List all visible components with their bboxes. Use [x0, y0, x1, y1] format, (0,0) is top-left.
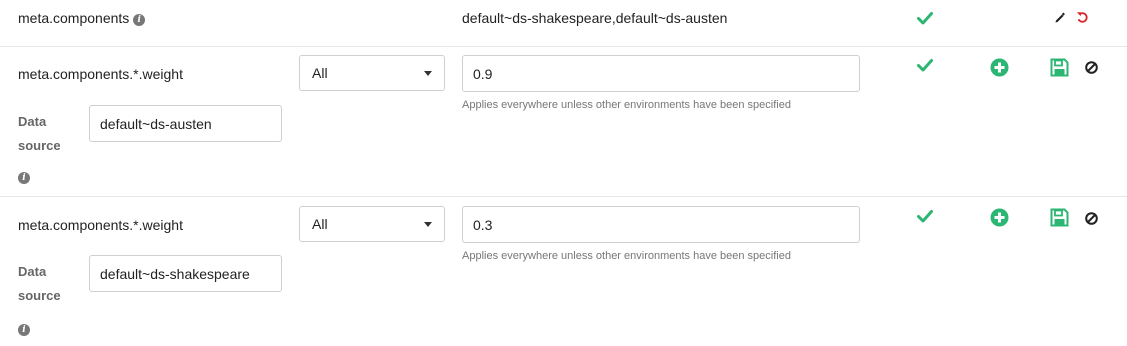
- add-icon[interactable]: [990, 58, 1009, 77]
- datasource-label-line2: source: [18, 138, 61, 153]
- environment-select-value: All: [312, 216, 328, 232]
- check-icon: [917, 58, 933, 72]
- datasource-label: Data source: [18, 110, 78, 158]
- undo-icon[interactable]: [1076, 11, 1089, 24]
- pencil-icon[interactable]: [1054, 12, 1066, 24]
- info-icon[interactable]: i: [18, 320, 30, 336]
- help-text: Applies everywhere unless other environm…: [462, 99, 791, 111]
- key-label: meta.components.*.weight: [18, 217, 183, 233]
- config-row-weight-shakespeare: meta.components.*.weight All 0.3 Applies…: [0, 197, 1127, 346]
- config-row-weight-austen: meta.components.*.weight All 0.9 Applies…: [0, 46, 1127, 197]
- chevron-down-icon: [424, 221, 432, 227]
- add-icon[interactable]: [990, 208, 1009, 227]
- datasource-label-line1: Data: [18, 114, 47, 129]
- chevron-down-icon: [424, 70, 432, 76]
- environment-select[interactable]: All: [299, 206, 445, 242]
- value-input[interactable]: 0.3: [462, 206, 860, 243]
- environment-select[interactable]: All: [299, 55, 445, 91]
- cancel-icon[interactable]: [1085, 61, 1098, 74]
- environment-select-value: All: [312, 65, 328, 81]
- help-text: Applies everywhere unless other environm…: [462, 250, 791, 262]
- check-icon: [917, 209, 933, 223]
- datasource-input[interactable]: default~ds-shakespeare: [89, 255, 282, 292]
- check-icon: [917, 11, 933, 25]
- info-icon[interactable]: i: [18, 168, 30, 184]
- cancel-icon[interactable]: [1085, 212, 1098, 225]
- row-key: meta.components i: [18, 10, 146, 26]
- config-row-components: meta.components i default~ds-shakespeare…: [0, 0, 1127, 47]
- key-label: meta.components: [18, 10, 130, 26]
- row-value: default~ds-shakespeare,default~ds-austen: [462, 10, 728, 26]
- datasource-input[interactable]: default~ds-austen: [89, 105, 282, 142]
- datasource-label-line1: Data: [18, 264, 47, 279]
- datasource-label-line2: source: [18, 288, 61, 303]
- save-icon[interactable]: [1050, 58, 1069, 77]
- info-icon[interactable]: i: [133, 14, 146, 26]
- value-input[interactable]: 0.9: [462, 55, 860, 92]
- save-icon[interactable]: [1050, 208, 1069, 227]
- datasource-label: Data source: [18, 260, 78, 308]
- key-label: meta.components.*.weight: [18, 66, 183, 82]
